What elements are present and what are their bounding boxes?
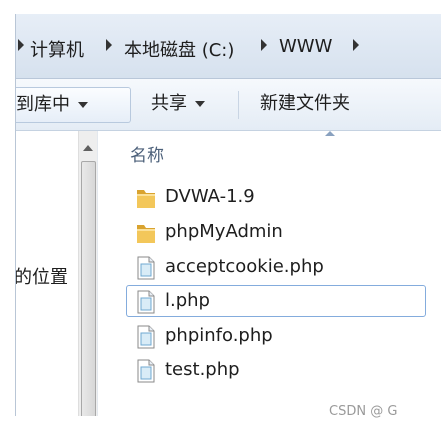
share-label: 共享 — [151, 93, 187, 114]
include-in-library-label: 到库中 — [16, 94, 70, 115]
nav-scrollbar[interactable] — [78, 131, 98, 416]
nav-item-locations[interactable]: 的位置 — [16, 263, 68, 289]
file-name: phpinfo.php — [165, 325, 273, 346]
file-name: DVWA-1.9 — [165, 186, 255, 207]
pane-divider[interactable] — [97, 131, 98, 416]
file-name: phpMyAdmin — [165, 221, 283, 242]
breadcrumb-computer[interactable]: 计算机 — [30, 36, 84, 62]
chevron-right-icon[interactable] — [18, 39, 24, 51]
breadcrumb-www[interactable]: WWW — [279, 36, 332, 57]
column-header-name[interactable]: 名称 — [130, 141, 164, 166]
file-icon — [135, 290, 157, 318]
file-name: l.php — [165, 290, 210, 311]
file-icon — [135, 256, 157, 284]
chevron-right-icon[interactable] — [106, 39, 112, 51]
include-in-library-button[interactable]: 到库中 — [16, 87, 131, 123]
scroll-thumb[interactable] — [81, 161, 96, 416]
toolbar-divider — [238, 91, 239, 119]
address-bar[interactable]: 计算机 本地磁盘 (C:) WWW — [16, 14, 441, 79]
file-row[interactable]: acceptcookie.php — [126, 251, 426, 283]
share-button[interactable]: 共享 — [151, 87, 205, 121]
file-name: test.php — [165, 359, 240, 380]
folder-icon — [135, 221, 157, 249]
chevron-down-icon — [78, 102, 88, 108]
file-icon — [135, 359, 157, 387]
new-folder-button[interactable]: 新建文件夹 — [260, 87, 350, 121]
file-row[interactable]: DVWA-1.9 — [126, 181, 426, 213]
chevron-right-icon[interactable] — [261, 39, 267, 51]
file-name: acceptcookie.php — [165, 256, 324, 277]
file-icon — [135, 325, 157, 353]
scroll-up-arrow-icon[interactable] — [83, 145, 93, 151]
file-row[interactable]: l.php — [126, 285, 426, 317]
navigation-pane[interactable]: 的位置 — [16, 131, 78, 416]
file-row[interactable]: phpinfo.php — [126, 320, 426, 352]
new-folder-label: 新建文件夹 — [260, 93, 350, 114]
watermark: CSDN @ G — [329, 404, 398, 419]
explorer-window: 计算机 本地磁盘 (C:) WWW 到库中 共享 新建文件夹 的位置 名称 DV… — [15, 14, 441, 416]
file-row[interactable]: test.php — [126, 354, 426, 386]
folder-icon — [135, 186, 157, 214]
file-row[interactable]: phpMyAdmin — [126, 216, 426, 248]
chevron-down-icon — [195, 101, 205, 107]
chevron-right-icon[interactable] — [353, 39, 359, 51]
sort-ascending-icon — [325, 131, 335, 136]
command-toolbar: 到库中 共享 新建文件夹 — [16, 79, 441, 131]
breadcrumb-local-disk[interactable]: 本地磁盘 (C:) — [124, 36, 234, 62]
